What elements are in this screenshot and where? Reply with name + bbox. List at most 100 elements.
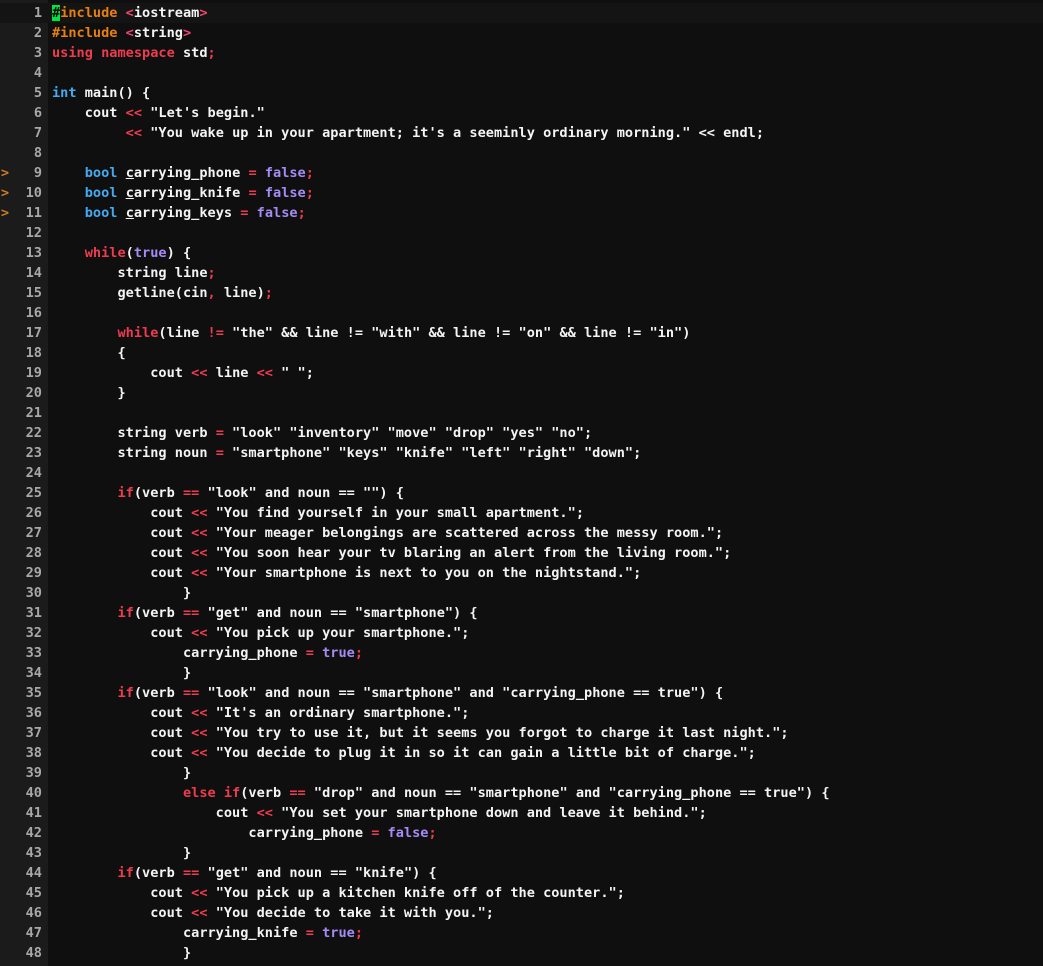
code-token: cout [52, 905, 192, 921]
code-token: getline(cin [52, 285, 208, 301]
code-text: if(verb == "look" and noun == "") { [52, 483, 403, 503]
code-token: "You decide to take it with you." [207, 905, 486, 921]
code-line[interactable]: 4 [0, 63, 1043, 83]
code-token: ; [207, 265, 216, 281]
code-token: "You find yourself in your small apartme… [207, 505, 576, 521]
code-line[interactable]: 35 if(verb == "look" and noun == "smartp… [0, 683, 1043, 703]
breakpoint-marker[interactable]: > [0, 163, 10, 183]
line-number: 27 [25, 525, 42, 541]
code-line[interactable]: 1 #include <iostream> [0, 3, 1043, 23]
code-line[interactable]: 41 cout << "You set your smartphone down… [0, 803, 1043, 823]
line-number: 41 [25, 805, 42, 821]
code-line[interactable]: 37 cout << "You try to use it, but it se… [0, 723, 1043, 743]
code-line[interactable]: 22 string verb = "look" "inventory" "mov… [0, 423, 1043, 443]
code-line[interactable]: 28 cout << "You soon hear your tv blarin… [0, 543, 1043, 563]
code-token: "look" [199, 485, 257, 501]
code-line[interactable]: 26 cout << "You find yourself in your sm… [0, 503, 1043, 523]
code-token: << [191, 725, 208, 741]
code-line[interactable]: 19 cout << line << " "; [0, 363, 1043, 383]
code-line[interactable]: 43 } [0, 843, 1043, 863]
code-token: == [182, 485, 200, 501]
code-line[interactable]: 47 carrying_knife = true; [0, 923, 1043, 943]
code-line[interactable]: 2 #include <string> [0, 23, 1043, 43]
code-editor[interactable]: 1 #include <iostream> 2 #include <string> 3 u… [0, 0, 1043, 966]
code-line[interactable]: 36 cout << "It's an ordinary smartphone.… [0, 703, 1043, 723]
code-line[interactable]: 27 cout << "Your meager belongings are s… [0, 523, 1043, 543]
breakpoint-marker[interactable]: > [0, 183, 10, 203]
code-text: if(verb == "get" and noun == "smartphone… [52, 603, 477, 623]
code-line[interactable]: 33 carrying_phone = true; [0, 643, 1043, 663]
code-line[interactable]: 44 if(verb == "get" and noun == "knife")… [0, 863, 1043, 883]
code-line[interactable]: 6 cout << "Let's begin." [0, 103, 1043, 123]
code-line[interactable]: >11 bool carrying_keys = false; [0, 203, 1043, 223]
code-line[interactable]: 48 } [0, 943, 1043, 963]
code-token: ; [575, 505, 584, 521]
code-text: } [52, 383, 125, 403]
code-line[interactable]: >10 bool carrying_knife = false; [0, 183, 1043, 203]
code-line[interactable]: 14 string line; [0, 263, 1043, 283]
code-line[interactable]: 16 [0, 303, 1043, 323]
code-line[interactable]: 42 carrying_phone = false; [0, 823, 1043, 843]
code-token: > [182, 25, 192, 41]
code-token: "You pick up your smartphone." [207, 625, 462, 641]
code-token: false [256, 185, 306, 201]
code-line[interactable]: 46 cout << "You decide to take it with y… [0, 903, 1043, 923]
code-token: include [60, 5, 126, 21]
line-number: 39 [25, 765, 42, 781]
line-number: 34 [25, 665, 42, 681]
code-line[interactable]: 5 int main() { [0, 83, 1043, 103]
code-token: ; [583, 425, 593, 441]
code-line[interactable]: 3 using namespace std; [0, 43, 1043, 63]
code-line[interactable]: 40 else if(verb == "drop" and noun == "s… [0, 783, 1043, 803]
code-line[interactable]: 25 if(verb == "look" and noun == "") { [0, 483, 1043, 503]
line-number: 14 [25, 265, 42, 281]
code-token: std [174, 45, 208, 61]
code-token: int [52, 85, 77, 101]
code-line[interactable]: 45 cout << "You pick up a kitchen knife … [0, 883, 1043, 903]
line-number: 43 [25, 845, 42, 861]
code-line[interactable]: 24 [0, 463, 1043, 483]
code-token: (verb [133, 865, 183, 881]
code-line[interactable]: 18 { [0, 343, 1043, 363]
code-line[interactable]: 31 if(verb == "get" and noun == "smartph… [0, 603, 1043, 623]
line-number: 6 [33, 105, 42, 121]
code-line[interactable]: 30 } [0, 583, 1043, 603]
code-text: cout << "You try to use it, but it seems… [52, 723, 788, 743]
line-number: 10 [25, 185, 42, 201]
code-text: if(verb == "look" and noun == "smartphon… [52, 683, 723, 703]
code-token: string line [52, 265, 208, 281]
code-line[interactable]: 38 cout << "You decide to plug it in so … [0, 743, 1043, 763]
code-line[interactable]: 20 } [0, 383, 1043, 403]
code-token: ; [485, 905, 494, 921]
code-token: "You pick up a kitchen knife off of the … [207, 885, 617, 901]
code-token: = [305, 925, 314, 941]
code-line[interactable]: 8 [0, 143, 1043, 163]
breakpoint-marker[interactable]: > [0, 203, 10, 223]
code-token: ; [747, 745, 756, 761]
code-line[interactable]: 23 string noun = "smartphone" "keys" "kn… [0, 443, 1043, 463]
code-token: cout [52, 565, 192, 581]
code-line[interactable]: >9 bool carrying_phone = false; [0, 163, 1043, 183]
code-line[interactable]: 29 cout << "Your smartphone is next to y… [0, 563, 1043, 583]
code-line[interactable]: 15 getline(cin, line); [0, 283, 1043, 303]
line-number: 35 [25, 685, 42, 701]
code-line[interactable]: 17 while(line != "the" && line != "with"… [0, 323, 1043, 343]
code-token: (line [158, 325, 208, 341]
code-line[interactable]: 39 } [0, 763, 1043, 783]
code-text: cout << "You pick up your smartphone."; [52, 623, 469, 643]
code-token: << [191, 745, 208, 761]
code-line[interactable]: 32 cout << "You pick up your smartphone.… [0, 623, 1043, 643]
code-line[interactable]: 21 [0, 403, 1043, 423]
line-number: 38 [25, 745, 42, 761]
code-token: ; [461, 625, 470, 641]
code-line[interactable]: 7 << "You wake up in your apartment; it'… [0, 123, 1043, 143]
code-line[interactable]: 13 while(true) { [0, 243, 1043, 263]
code-token: false [379, 825, 429, 841]
line-number: 13 [25, 245, 42, 261]
code-token: && line != "with" && line != "on" && lin… [273, 325, 691, 341]
code-token: , [207, 285, 216, 301]
code-text: } [52, 663, 191, 683]
code-line[interactable]: 34 } [0, 663, 1043, 683]
code-line[interactable]: 12 [0, 223, 1043, 243]
line-number: 25 [25, 485, 42, 501]
